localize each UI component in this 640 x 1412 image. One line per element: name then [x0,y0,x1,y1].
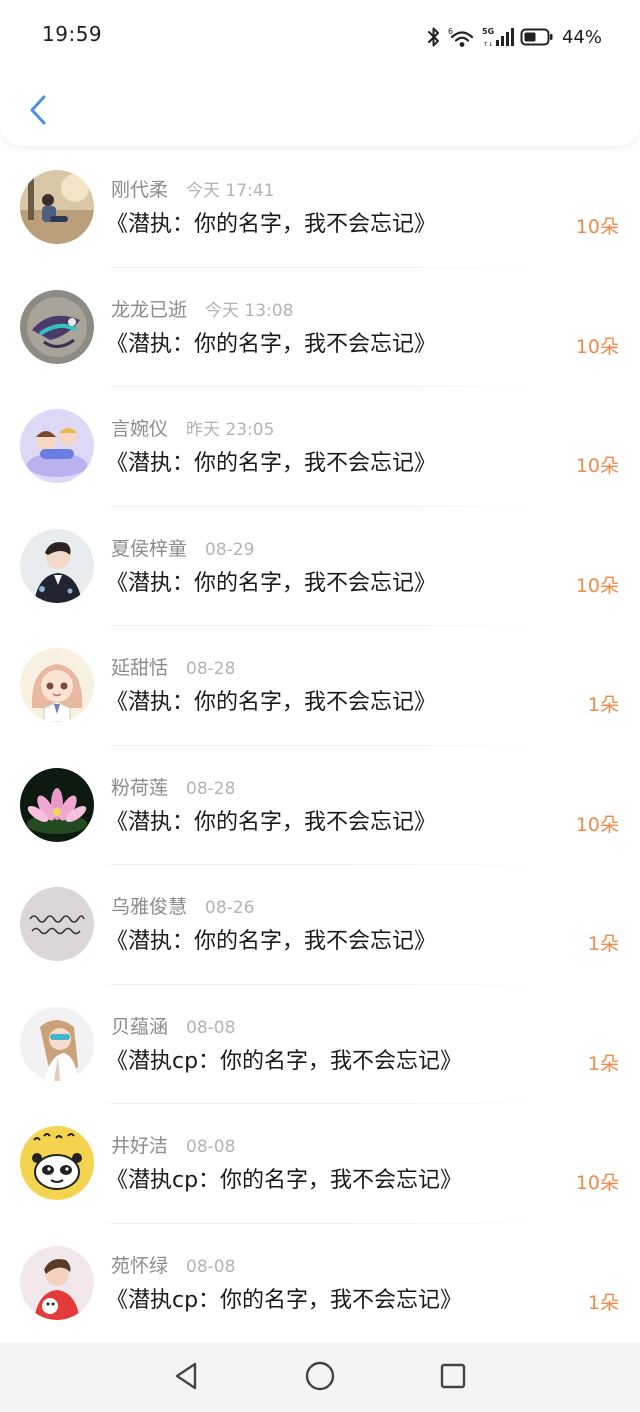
system-nav-bar [0,1342,640,1412]
user-name[interactable]: 夏侯梓童 [111,534,187,561]
cellular-5g-icon: 5G ↑↓ [482,26,514,48]
list-item[interactable]: 刚代柔 今天 17:41 《潜执：你的名字，我不会忘记》 10朵 [0,148,640,268]
book-title[interactable]: 《潜执：你的名字，我不会忘记》 [106,206,436,238]
nav-recents-button[interactable] [435,1360,471,1396]
list-item[interactable]: 贝蕴涵 08-08 《潜执cp：你的名字，我不会忘记》 1朵 [0,985,640,1104]
timestamp: 昨天 23:05 [186,420,275,440]
back-button[interactable] [18,90,58,134]
book-title[interactable]: 《潜执：你的名字，我不会忘记》 [106,684,436,716]
chevron-left-icon [28,94,48,130]
battery-icon [520,27,554,47]
user-name[interactable]: 苑怀绿 [111,1251,168,1278]
list-item[interactable]: 井好洁 08-08 《潜执cp：你的名字，我不会忘记》 10朵 [0,1104,640,1224]
timestamp: 08-08 [186,1017,236,1038]
flower-count: 10朵 [575,1172,619,1194]
user-name[interactable]: 延甜恬 [111,653,168,680]
header: 19:59 6 5G ↑↓ 44% [0,0,640,146]
avatar[interactable] [20,648,94,722]
user-name[interactable]: 刚代柔 [111,175,168,202]
status-bar: 19:59 6 5G ↑↓ 44% [0,0,640,74]
name-line: 井好洁 08-08 [111,1131,235,1157]
avatar[interactable] [20,409,94,483]
gift-record-list: 刚代柔 今天 17:41 《潜执：你的名字，我不会忘记》 10朵 龙龙已逝 今天… [0,148,640,1343]
flower-count: 10朵 [575,335,619,358]
nav-home-button[interactable] [302,1360,338,1396]
list-item[interactable]: 延甜恬 08-28 《潜执：你的名字，我不会忘记》 1朵 [0,626,640,746]
flower-count: 1朵 [587,694,619,716]
user-name[interactable]: 井好洁 [111,1131,168,1158]
flower-count: 10朵 [575,574,619,597]
nav-back-button[interactable] [168,1360,204,1396]
list-item[interactable]: 苑怀绿 08-08 《潜执cp：你的名字，我不会忘记》 1朵 [0,1224,640,1344]
timestamp: 08-08 [186,1256,236,1277]
avatar[interactable] [20,289,94,364]
home-circle-icon [304,1360,336,1396]
user-name[interactable]: 言婉仪 [111,414,168,441]
status-time: 19:59 [42,22,103,46]
user-name[interactable]: 乌雅俊慧 [111,892,187,919]
flower-count: 1朵 [587,1291,619,1314]
svg-text:↑↓: ↑↓ [483,41,493,48]
svg-text:5G: 5G [482,27,494,36]
name-line: 乌雅俊慧 08-26 [111,892,254,918]
recents-square-icon [438,1361,468,1395]
name-line: 苑怀绿 08-08 [111,1251,235,1277]
avatar[interactable] [20,170,94,244]
timestamp: 今天 13:08 [205,300,294,321]
status-icons: 6 5G ↑↓ 44% [426,24,602,50]
book-title[interactable]: 《潜执：你的名字，我不会忘记》 [106,565,436,597]
list-item[interactable]: 龙龙已逝 今天 13:08 《潜执：你的名字，我不会忘记》 10朵 [0,268,640,387]
book-title[interactable]: 《潜执cp：你的名字，我不会忘记》 [106,1162,462,1194]
battery-percent: 44% [561,26,602,48]
flower-count: 10朵 [575,813,619,836]
book-title[interactable]: 《潜执：你的名字，我不会忘记》 [106,326,436,358]
screen: 19:59 6 5G ↑↓ 44% 刚代柔 今天 17:41 《潜执：你的名字，… [0,0,640,1412]
timestamp: 08-28 [186,778,236,799]
book-title[interactable]: 《潜执：你的名字，我不会忘记》 [106,923,436,955]
list-item[interactable]: 言婉仪 昨天 23:05 《潜执：你的名字，我不会忘记》 10朵 [0,387,640,507]
flower-count: 10朵 [575,216,619,238]
book-title[interactable]: 《潜执cp：你的名字，我不会忘记》 [106,1043,462,1075]
name-line: 延甜恬 08-28 [111,653,235,679]
avatar[interactable] [20,1006,94,1081]
book-title[interactable]: 《潜执：你的名字，我不会忘记》 [106,445,436,477]
name-line: 刚代柔 今天 17:41 [111,175,274,201]
flower-count: 1朵 [587,933,619,955]
name-line: 夏侯梓童 08-29 [111,534,254,560]
timestamp: 08-26 [205,898,255,918]
back-triangle-icon [171,1360,201,1396]
book-title[interactable]: 《潜执：你的名字，我不会忘记》 [106,804,436,836]
flower-count: 10朵 [575,455,619,477]
name-line: 龙龙已逝 今天 13:08 [111,295,293,321]
list-item[interactable]: 粉荷莲 08-28 《潜执：你的名字，我不会忘记》 10朵 [0,746,640,865]
svg-text:6: 6 [448,27,453,36]
avatar[interactable] [20,767,94,842]
list-item[interactable]: 乌雅俊慧 08-26 《潜执：你的名字，我不会忘记》 1朵 [0,865,640,985]
flower-count: 1朵 [587,1052,619,1075]
timestamp: 08-29 [205,539,255,560]
avatar[interactable] [20,1245,94,1320]
name-line: 粉荷莲 08-28 [111,773,235,799]
name-line: 贝蕴涵 08-08 [111,1012,235,1038]
avatar[interactable] [20,1126,94,1200]
avatar[interactable] [20,528,94,603]
name-line: 言婉仪 昨天 23:05 [111,414,274,440]
wifi-icon: 6 [448,26,476,48]
timestamp: 08-08 [186,1137,236,1157]
user-name[interactable]: 粉荷莲 [111,773,168,800]
bluetooth-icon [426,26,442,48]
book-title[interactable]: 《潜执cp：你的名字，我不会忘记》 [106,1282,462,1314]
user-name[interactable]: 龙龙已逝 [111,295,187,322]
user-name[interactable]: 贝蕴涵 [111,1012,168,1039]
list-item[interactable]: 夏侯梓童 08-29 《潜执：你的名字，我不会忘记》 10朵 [0,507,640,626]
avatar[interactable] [20,887,94,961]
timestamp: 08-28 [186,659,236,679]
timestamp: 今天 17:41 [186,181,275,201]
